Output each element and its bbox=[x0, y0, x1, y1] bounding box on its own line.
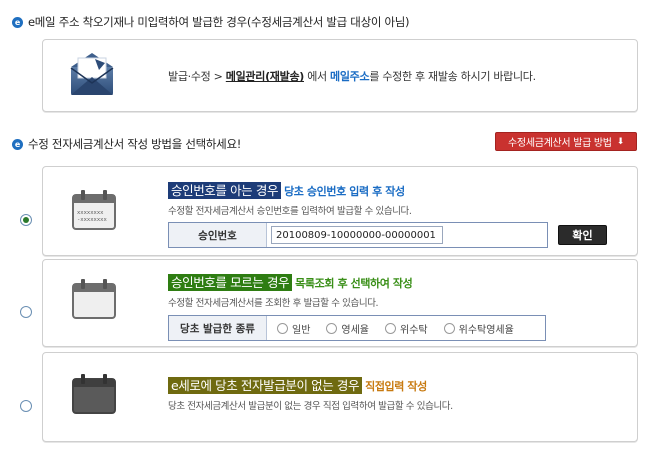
option-unknown-box: 승인번호를 모르는 경우 목록조회 후 선택하여 작성 수정할 전자세금계산서를 … bbox=[42, 259, 638, 347]
svg-text:xxxxxxxx: xxxxxxxx bbox=[77, 210, 104, 216]
type-radio[interactable] bbox=[326, 322, 338, 334]
type-radio[interactable] bbox=[385, 322, 397, 334]
approval-number-input[interactable] bbox=[271, 226, 443, 244]
radio-option-unknown[interactable] bbox=[20, 306, 32, 318]
type-label: 위수탁 bbox=[400, 324, 428, 336]
email-notice-box: 발급·수정 > 메일관리(재발송) 에서 메일주소를 수정한 후 재발송 하시기… bbox=[42, 39, 638, 112]
type-label: 영세율 bbox=[341, 324, 370, 336]
notice-text-3: 를 수정한 후 재발송 하시기 바랍니다. bbox=[369, 70, 536, 83]
section-title-email: e e메일 주소 착오기재나 미입력하여 발급한 경우(수정세금계산서 발급 대… bbox=[12, 14, 410, 30]
issue-type-label: 당초 발급한 종류 bbox=[169, 316, 267, 340]
option-unknown-desc: 수정할 전자세금계산서를 조회한 후 발급할 수 있습니다. bbox=[168, 298, 379, 309]
option-known-highlight: 승인번호를 아는 경우 bbox=[168, 182, 282, 199]
type-label: 위수탁영세율 bbox=[458, 324, 514, 336]
approval-number-row: 승인번호 bbox=[168, 222, 548, 248]
confirm-button[interactable]: 확인 bbox=[558, 225, 607, 245]
bullet-icon: e bbox=[12, 16, 23, 28]
option-none-heading: e세로에 당초 전자발급분이 없는 경우 직접입력 작성 bbox=[168, 375, 427, 394]
type-option-zero-rate[interactable]: 영세율 bbox=[326, 321, 369, 336]
envelope-icon bbox=[70, 53, 114, 95]
radio-option-known[interactable] bbox=[20, 214, 32, 226]
calendar-icon: xxxxxxxx -xxxxxxxx bbox=[72, 190, 116, 230]
bullet-icon: e bbox=[12, 138, 23, 150]
type-label: 일반 bbox=[292, 324, 311, 336]
option-unknown-highlight: 승인번호를 모르는 경우 bbox=[168, 274, 293, 291]
option-none-highlight: e세로에 당초 전자발급분이 없는 경우 bbox=[168, 377, 363, 394]
notice-text-2: 에서 bbox=[304, 70, 331, 83]
option-known-heading: 승인번호를 아는 경우 당초 승인번호 입력 후 작성 bbox=[168, 180, 405, 199]
type-radio[interactable] bbox=[277, 322, 288, 334]
option-none-desc: 당초 전자세금계산서 발급분이 없는 경우 직접 입력하여 발급할 수 있습니다… bbox=[168, 401, 453, 412]
option-unknown-heading: 승인번호를 모르는 경우 목록조회 후 선택하여 작성 bbox=[168, 272, 413, 291]
option-known-box: xxxxxxxx -xxxxxxxx 승인번호를 아는 경우 당초 승인번호 입력… bbox=[42, 166, 638, 256]
radio-option-none[interactable] bbox=[20, 400, 32, 412]
mail-manage-link[interactable]: 메일관리(재발송) bbox=[226, 70, 305, 83]
option-known-sub: 당초 승인번호 입력 후 작성 bbox=[284, 185, 405, 198]
type-option-consignment[interactable]: 위수탁 bbox=[385, 321, 428, 336]
option-none-box: e세로에 당초 전자발급분이 없는 경우 직접입력 작성 당초 전자세금계산서 발… bbox=[42, 352, 638, 442]
notice-email-label: 메일주소 bbox=[330, 70, 370, 83]
calendar-icon bbox=[72, 374, 116, 414]
type-option-consignment-zero-rate[interactable]: 위수탁영세율 bbox=[443, 321, 514, 336]
section-title-method-text: 수정 전자세금계산서 작성 방법을 선택하세요! bbox=[28, 137, 242, 151]
option-known-desc: 수정할 전자세금계산서 승인번호를 입력하여 발급할 수 있습니다. bbox=[168, 206, 412, 217]
notice-path-text: 발급·수정 > bbox=[168, 70, 226, 83]
section-title-method: e 수정 전자세금계산서 작성 방법을 선택하세요! bbox=[12, 136, 241, 152]
notice-text: 발급·수정 > 메일관리(재발송) 에서 메일주소를 수정한 후 재발송 하시기… bbox=[168, 68, 536, 84]
download-icon: ⬇ bbox=[616, 136, 625, 147]
type-radio[interactable] bbox=[443, 322, 455, 334]
guide-button[interactable]: 수정세금계산서 발급 방법 ⬇ bbox=[495, 132, 637, 151]
issue-type-row: 당초 발급한 종류 일반 영세율 위수탁 위수탁영세율 bbox=[168, 315, 546, 341]
calendar-icon bbox=[72, 279, 116, 319]
issue-type-options: 일반 영세율 위수탁 위수탁영세율 bbox=[277, 321, 530, 336]
type-option-normal[interactable]: 일반 bbox=[277, 321, 310, 336]
svg-text:-xxxxxxxx: -xxxxxxxx bbox=[77, 217, 107, 223]
option-none-sub: 직접입력 작성 bbox=[365, 380, 427, 393]
option-unknown-sub: 목록조회 후 선택하여 작성 bbox=[295, 277, 413, 290]
section-title-email-text: e메일 주소 착오기재나 미입력하여 발급한 경우(수정세금계산서 발급 대상이… bbox=[28, 15, 410, 29]
approval-number-label: 승인번호 bbox=[169, 223, 267, 247]
guide-button-label: 수정세금계산서 발급 방법 bbox=[508, 138, 612, 149]
